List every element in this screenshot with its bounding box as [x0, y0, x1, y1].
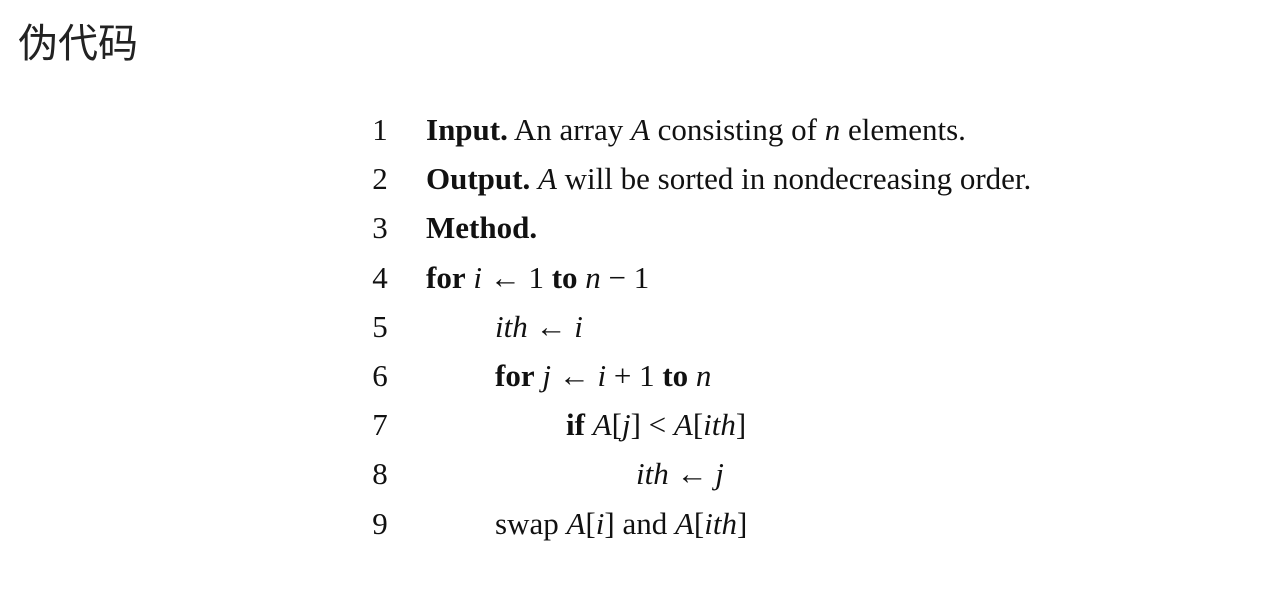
line-content: Method.	[426, 205, 537, 251]
var-j: j	[542, 357, 551, 393]
line-number: 6	[372, 357, 388, 393]
text: elements.	[840, 112, 966, 147]
code-line-9: 9 swap A[i] and A[ith]	[0, 501, 1282, 550]
line-content: for j ← i + 1 to n	[495, 353, 711, 399]
line-number: 1	[372, 112, 388, 147]
var-n: n	[824, 112, 841, 147]
line-number: 2	[372, 161, 388, 197]
keyword-for: for	[495, 357, 535, 393]
keyword-if: if	[566, 407, 585, 443]
var-ith: ith	[495, 308, 528, 344]
number: 1	[633, 259, 650, 295]
keyword-to: to	[551, 259, 578, 295]
code-line-4: 4 for i ← 1 to n − 1	[0, 255, 1282, 304]
var-i: i	[597, 357, 607, 393]
code-line-2: 2 Output. A will be sorted in nondecreas…	[0, 156, 1282, 205]
line-content: ith ← j	[636, 451, 724, 497]
line-number: 4	[372, 259, 388, 295]
var-i: i	[574, 308, 583, 344]
line-content: swap A[i] and A[ith]	[495, 505, 748, 541]
code-line-8: 8 ith ← j	[0, 451, 1282, 500]
page-title: 伪代码	[18, 21, 138, 67]
var-a: A	[537, 161, 557, 197]
var-a: A	[592, 407, 612, 443]
var-j: j	[621, 407, 631, 443]
text: consisting of	[649, 112, 825, 147]
var-a: A	[674, 505, 694, 541]
arrow: ←	[489, 259, 521, 295]
var-a: A	[566, 505, 586, 541]
line-number: 5	[372, 308, 388, 344]
arrow: ←	[535, 308, 567, 344]
keyword-for: for	[426, 259, 466, 295]
var-i: i	[473, 259, 482, 295]
var-j: j	[715, 456, 724, 492]
line-number: 7	[372, 407, 388, 443]
var-ith: ith	[703, 407, 736, 443]
line-content: for i ← 1 to n − 1	[426, 255, 649, 301]
code-line-1: 1 Input. An array A consisting of n elem…	[0, 107, 1282, 156]
operator-minus: −	[608, 259, 627, 295]
line-content: if A[j] < A[ith]	[566, 407, 747, 443]
var-n: n	[695, 357, 712, 393]
word-and: and	[622, 505, 668, 541]
line-content: Output. A will be sorted in nondecreasin…	[426, 156, 1031, 202]
var-ith: ith	[704, 505, 737, 541]
keyword-input: Input.	[426, 112, 508, 147]
var-a: A	[630, 112, 650, 147]
operator-plus: +	[613, 357, 632, 393]
line-content: ith ← i	[495, 304, 583, 350]
code-line-3: 3 Method.	[0, 205, 1282, 254]
var-n: n	[585, 259, 601, 295]
code-line-6: 6 for j ← i + 1 to n	[0, 353, 1282, 402]
number: 1	[639, 357, 655, 393]
line-number: 8	[372, 456, 388, 492]
line-content: Input. An array A consisting of n elemen…	[426, 107, 966, 153]
arrow: ←	[558, 357, 590, 393]
code-line-7: 7 if A[j] < A[ith]	[0, 402, 1282, 451]
pseudocode-block: 1 Input. An array A consisting of n elem…	[0, 107, 1282, 550]
keyword-method: Method.	[426, 210, 538, 246]
line-number: 3	[372, 210, 388, 246]
text: An array	[507, 112, 631, 147]
var-a: A	[673, 407, 693, 443]
word-swap: swap	[495, 505, 559, 541]
arrow: ←	[676, 456, 708, 492]
var-i: i	[595, 505, 605, 541]
text: will be sorted in nondecreasing order.	[556, 161, 1032, 197]
var-ith: ith	[636, 456, 669, 492]
keyword-output: Output.	[426, 161, 531, 197]
code-line-5: 5 ith ← i	[0, 304, 1282, 353]
operator-less-than: <	[648, 407, 667, 443]
keyword-to: to	[662, 357, 689, 393]
line-number: 9	[372, 505, 388, 541]
number: 1	[528, 259, 544, 295]
